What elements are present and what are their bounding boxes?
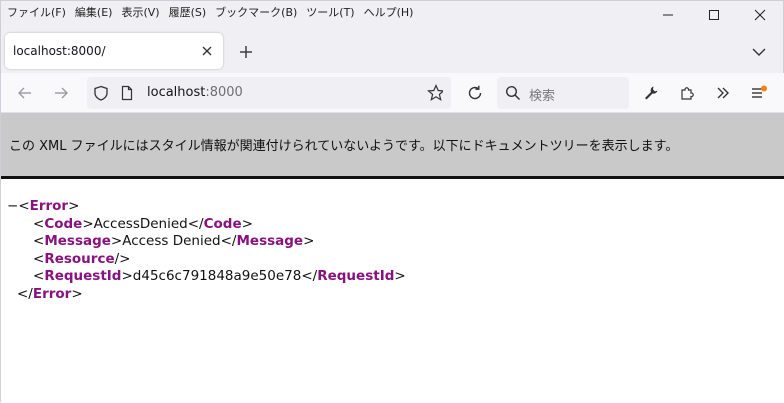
list-all-tabs-button[interactable]	[747, 39, 771, 65]
tab-active[interactable]: localhost:8000/	[5, 33, 223, 69]
app-menu-button[interactable]	[745, 79, 773, 107]
menu-file[interactable]: ファイル(F)	[7, 4, 66, 20]
arrow-right-icon	[55, 87, 68, 99]
menu-help[interactable]: ヘルプ(H)	[364, 4, 414, 20]
xml-tag-name: Code	[203, 215, 242, 232]
url-text[interactable]: localhost:8000	[147, 85, 243, 100]
xml-text-value: d45c6c791848a9e50e78	[132, 268, 302, 284]
minimize-icon	[663, 14, 673, 16]
bookmark-star-icon[interactable]	[427, 84, 443, 101]
xml-element-message: <Message>Access Denied</Message>	[33, 233, 315, 249]
maximize-icon	[709, 10, 719, 20]
window-controls	[645, 1, 783, 29]
menu-tools[interactable]: ツール(T)	[306, 4, 354, 20]
menu-view[interactable]: 表示(V)	[121, 4, 159, 20]
close-window-button[interactable]	[737, 1, 783, 29]
close-icon	[754, 9, 766, 21]
collapse-toggle[interactable]: −	[7, 198, 18, 214]
hamburger-menu-icon	[752, 85, 767, 98]
xml-info-banner: この XML ファイルにはスタイル情報が関連付けられていないようです。以下にドキ…	[1, 113, 784, 179]
minimize-button[interactable]	[645, 1, 691, 29]
tools-button[interactable]	[637, 79, 665, 107]
forward-button[interactable]	[47, 79, 75, 107]
overflow-button[interactable]	[709, 79, 737, 107]
extensions-button[interactable]	[673, 79, 701, 107]
xml-tree: −<Error> <Code>AccessDenied</Code> <Mess…	[7, 198, 406, 303]
new-tab-button[interactable]	[233, 39, 259, 65]
reload-icon	[468, 85, 482, 100]
wrench-icon	[645, 86, 658, 100]
xml-info-message: この XML ファイルにはスタイル情報が関連付けられていないようです。以下にドキ…	[9, 139, 679, 154]
tab-strip: localhost:8000/	[1, 31, 784, 71]
xml-tag-name: Code	[44, 215, 83, 232]
search-icon	[505, 85, 521, 101]
menu-bookmarks[interactable]: ブックマーク(B)	[215, 4, 297, 20]
xml-tag-name: Error	[32, 285, 72, 302]
xml-text-value: AccessDenied	[93, 215, 188, 232]
double-chevron-right-icon	[717, 87, 729, 99]
page-content: この XML ファイルにはスタイル情報が関連付けられていないようです。以下にドキ…	[1, 113, 784, 403]
url-bar[interactable]: localhost:8000	[87, 77, 451, 109]
chevron-down-icon	[752, 48, 766, 56]
browser-window: ファイル(F) 編集(E) 表示(V) 履歴(S) ブックマーク(B) ツール(…	[0, 0, 784, 403]
xml-tag-name: Error	[29, 198, 69, 214]
arrow-left-icon	[18, 87, 31, 99]
reload-button[interactable]	[461, 79, 489, 107]
plus-icon	[240, 46, 252, 58]
page-icon[interactable]	[119, 85, 135, 101]
xml-text-value: Access Denied	[122, 233, 221, 249]
url-host: localhost	[147, 85, 206, 100]
menu-bar: ファイル(F) 編集(E) 表示(V) 履歴(S) ブックマーク(B) ツール(…	[1, 1, 641, 23]
shield-icon[interactable]	[93, 85, 109, 101]
back-button[interactable]	[11, 79, 39, 107]
tab-title: localhost:8000/	[13, 44, 106, 58]
xml-tag-name: RequestId	[317, 268, 395, 284]
xml-tag-name: Message	[44, 233, 111, 249]
close-icon	[202, 46, 212, 56]
xml-root-close: </Error>	[17, 285, 83, 302]
search-box[interactable]: 検索	[497, 77, 629, 109]
menu-history[interactable]: 履歴(S)	[169, 4, 207, 20]
navigation-toolbar: localhost:8000 検索	[1, 73, 784, 113]
xml-element-requestid: <RequestId>d45c6c791848a9e50e78</Request…	[33, 268, 406, 284]
url-port: :8000	[205, 85, 243, 100]
maximize-button[interactable]	[691, 1, 737, 29]
search-placeholder: 検索	[529, 89, 556, 104]
tab-close-button[interactable]	[195, 39, 219, 63]
xml-tag-name: RequestId	[44, 268, 122, 284]
menu-edit[interactable]: 編集(E)	[75, 4, 113, 20]
xml-tag-name: Message	[236, 233, 304, 249]
puzzle-icon	[681, 87, 694, 100]
xml-element-resource: <Resource/>	[33, 250, 131, 267]
xml-element-code: <Code>AccessDenied</Code>	[33, 215, 253, 232]
xml-root-open: −<Error>	[7, 198, 80, 214]
xml-tag-name: Resource	[44, 250, 115, 267]
